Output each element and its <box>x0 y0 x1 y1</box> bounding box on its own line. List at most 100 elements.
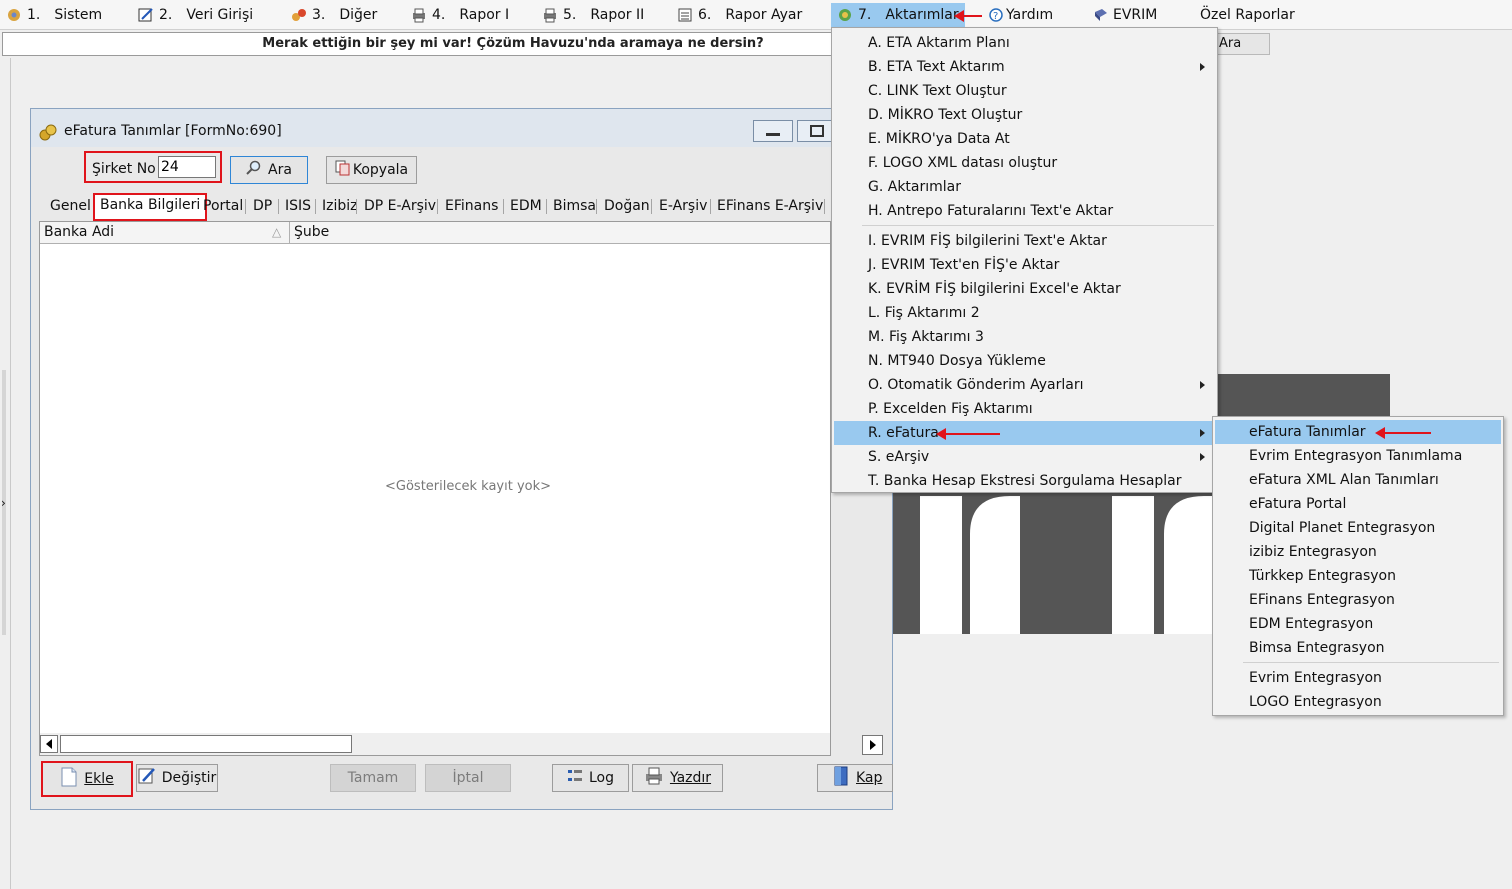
submenu-edm[interactable]: EDM Entegrasyon <box>1215 612 1501 636</box>
menu-label: Rapor I <box>459 7 510 23</box>
menu-sistem[interactable]: 1. Sistem <box>6 4 102 26</box>
submenu-digital-planet[interactable]: Digital Planet Entegrasyon <box>1215 516 1501 540</box>
menu-item-label: R. eFatura <box>868 425 939 441</box>
menu-item-evrim-fis-excel[interactable]: K. EVRİM FİŞ bilgilerini Excel'e Aktar <box>834 277 1215 301</box>
menu-label: Yardım <box>1006 7 1054 23</box>
menu-yardim[interactable]: ? Yardım <box>988 4 1053 26</box>
ara-label: Ara <box>268 162 292 178</box>
window-titlebar[interactable]: eFatura Tanımlar [FormNo:690] <box>31 109 892 147</box>
tab-portal[interactable]: Portal <box>203 195 243 217</box>
tab-izibiz[interactable]: Izibiz <box>322 195 358 217</box>
sirket-no-group: Şirket No <box>84 151 222 183</box>
submenu-arrow-icon <box>1200 63 1205 71</box>
tab-banka-bilgileri[interactable]: Banka Bilgileri <box>93 193 208 221</box>
scroll-left-button[interactable] <box>40 735 58 753</box>
submenu-evrim-tanimlama[interactable]: Evrim Entegrasyon Tanımlama <box>1215 444 1501 468</box>
tab-isis[interactable]: ISIS <box>285 195 311 217</box>
horizontal-scrollbar[interactable] <box>40 733 830 755</box>
menu-item-aktarimlar[interactable]: G. Aktarımlar <box>834 175 1215 199</box>
menu-item-eta-aktarim-plani[interactable]: A. ETA Aktarım Planı <box>834 31 1215 55</box>
menu-item-label: Digital Planet Entegrasyon <box>1249 520 1436 536</box>
menu-item-logo-xml[interactable]: F. LOGO XML datası oluştur <box>834 151 1215 175</box>
submenu-logo-entegrasyon[interactable]: LOGO Entegrasyon <box>1215 690 1501 714</box>
tab-dogan[interactable]: Doğan <box>604 195 650 217</box>
efatura-window: eFatura Tanımlar [FormNo:690] Şirket No … <box>30 108 893 810</box>
menu-item-efatura[interactable]: R. eFatura <box>834 421 1215 445</box>
menu-item-label: LOGO Entegrasyon <box>1249 694 1382 710</box>
menu-item-eta-text-aktarim[interactable]: B. ETA Text Aktarım <box>834 55 1215 79</box>
yazdir-button[interactable]: Yazdır <box>632 764 723 792</box>
tab-edm[interactable]: EDM <box>510 195 542 217</box>
tab-genel[interactable]: Genel <box>50 195 91 217</box>
menu-item-banka-hesap[interactable]: T. Banka Hesap Ekstresi Sorgulama Hesapl… <box>834 469 1215 493</box>
submenu-efatura-portal[interactable]: eFatura Portal <box>1215 492 1501 516</box>
menu-item-label: M. Fiş Aktarımı 3 <box>868 329 984 345</box>
tab-dp-e-arsiv[interactable]: DP E-Arşiv <box>364 195 436 217</box>
menu-item-mikro-data[interactable]: E. MİKRO'ya Data At <box>834 127 1215 151</box>
scroll-thumb[interactable] <box>60 735 352 753</box>
maximize-icon <box>810 125 824 137</box>
menu-item-evrim-text-fis[interactable]: J. EVRIM Text'en FİŞ'e Aktar <box>834 253 1215 277</box>
menu-ozel-raporlar[interactable]: Özel Raporlar <box>1200 4 1295 26</box>
menu-veri-girisi[interactable]: 2. Veri Girişi <box>138 4 253 26</box>
menu-item-label: T. Banka Hesap Ekstresi Sorgulama Hesapl… <box>868 473 1182 489</box>
menu-item-earsiv[interactable]: S. eArşiv <box>834 445 1215 469</box>
submenu-xml-alan[interactable]: eFatura XML Alan Tanımları <box>1215 468 1501 492</box>
tab-dp[interactable]: DP <box>253 195 272 217</box>
menu-item-label: EDM Entegrasyon <box>1249 616 1374 632</box>
menu-aktarimlar[interactable]: 7. Aktarımlar <box>831 3 965 27</box>
menu-rapor-2[interactable]: 5. Rapor II <box>542 4 644 26</box>
column-banka-adi[interactable]: Banka Adi △ <box>40 222 290 244</box>
chevron-right-icon[interactable]: › <box>1 496 6 510</box>
menu-label: EVRIM <box>1113 7 1158 23</box>
annotation-arrow <box>954 10 982 22</box>
menu-evrim[interactable]: EVRIM <box>1093 4 1157 26</box>
menu-diger[interactable]: 3. Diğer <box>291 4 377 26</box>
menu-item-label: A. ETA Aktarım Planı <box>868 35 1010 51</box>
ekle-label: Ekle <box>84 771 114 787</box>
scroll-right-button[interactable] <box>862 735 883 755</box>
menu-number: 4. <box>432 7 446 23</box>
kapat-label: Kap <box>856 770 883 786</box>
menu-item-link-text[interactable]: C. LINK Text Oluştur <box>834 79 1215 103</box>
ara-button[interactable]: Ara <box>230 156 308 184</box>
tab-separator <box>278 199 279 214</box>
menu-rapor-ayar[interactable]: 6. Rapor Ayar <box>677 4 802 26</box>
search-side-field[interactable]: Ara <box>1214 33 1270 55</box>
submenu-bimsa[interactable]: Bimsa Entegrasyon <box>1215 636 1501 660</box>
submenu-efinans[interactable]: EFinans Entegrasyon <box>1215 588 1501 612</box>
menu-item-mikro-text[interactable]: D. MİKRO Text Oluştur <box>834 103 1215 127</box>
log-button[interactable]: Log <box>552 764 629 792</box>
menu-item-excelden-fis[interactable]: P. Excelden Fiş Aktarımı <box>834 397 1215 421</box>
submenu-turkkep[interactable]: Türkkep Entegrasyon <box>1215 564 1501 588</box>
tab-e-arsiv[interactable]: E-Arşiv <box>659 195 707 217</box>
kopyala-button[interactable]: Kopyala <box>326 156 417 184</box>
minimize-button[interactable] <box>753 120 793 142</box>
degistir-button[interactable]: Değiştir <box>136 764 218 792</box>
tab-bimsa[interactable]: Bimsa <box>553 195 596 217</box>
menu-item-fis-aktarimi-3[interactable]: M. Fiş Aktarımı 3 <box>834 325 1215 349</box>
sirket-no-input[interactable] <box>158 156 216 178</box>
submenu-evrim-entegrasyon[interactable]: Evrim Entegrasyon <box>1215 666 1501 690</box>
tab-efinans[interactable]: EFinans <box>445 195 498 217</box>
menu-item-label: Evrim Entegrasyon Tanımlama <box>1249 448 1463 464</box>
menu-item-label: G. Aktarımlar <box>868 179 962 195</box>
menu-item-evrim-fis-text[interactable]: I. EVRIM FİŞ bilgilerini Text'e Aktar <box>834 229 1215 253</box>
menu-item-fis-aktarimi-2[interactable]: L. Fiş Aktarımı 2 <box>834 301 1215 325</box>
svg-text:?: ? <box>993 11 998 22</box>
menu-item-mt940[interactable]: N. MT940 Dosya Yükleme <box>834 349 1215 373</box>
submenu-arrow-icon <box>1200 429 1205 437</box>
edit-icon <box>138 767 156 789</box>
submenu-izibiz[interactable]: izibiz Entegrasyon <box>1215 540 1501 564</box>
column-sube[interactable]: Şube <box>292 222 329 244</box>
menu-item-otomatik-gonderim[interactable]: O. Otomatik Gönderim Ayarları <box>834 373 1215 397</box>
tab-efinans-e-arsiv[interactable]: EFinans E-Arşiv <box>717 195 823 217</box>
kapat-button[interactable]: Kap <box>817 764 893 792</box>
menu-rapor-1[interactable]: 4. Rapor I <box>411 4 509 26</box>
menu-item-label: K. EVRİM FİŞ bilgilerini Excel'e Aktar <box>868 281 1121 297</box>
tamam-button[interactable]: Tamam <box>330 764 416 792</box>
iptal-button[interactable]: İptal <box>425 764 511 792</box>
submenu-efatura-tanimlar[interactable]: eFatura Tanımlar <box>1215 420 1501 444</box>
ekle-button[interactable]: Ekle <box>41 761 133 797</box>
menu-item-antrepo[interactable]: H. Antrepo Faturalarını Text'e Aktar <box>834 199 1215 223</box>
